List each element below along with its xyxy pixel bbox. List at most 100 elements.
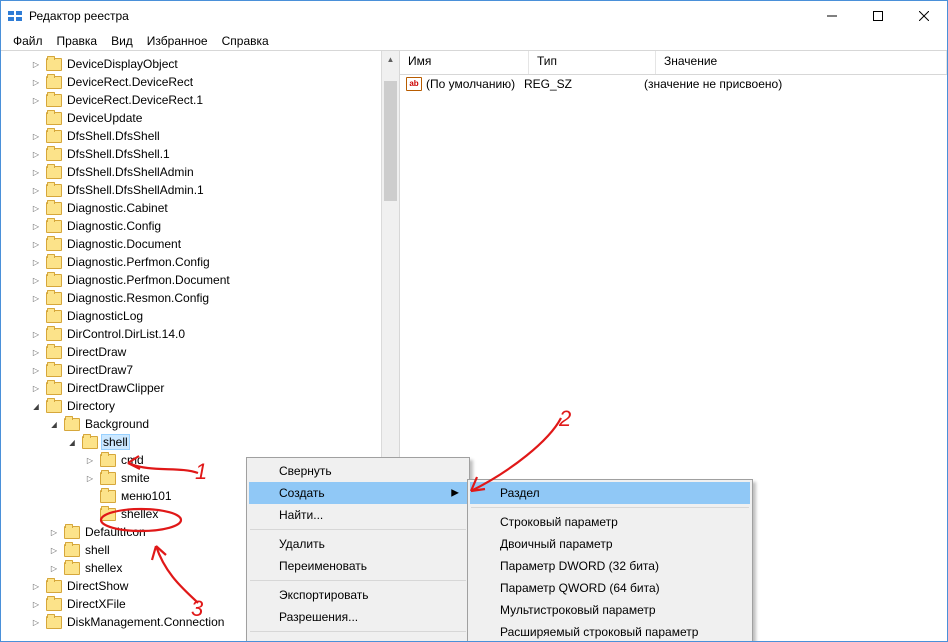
menu-new-dword[interactable]: Параметр DWORD (32 бита) xyxy=(470,555,750,577)
menu-permissions[interactable]: Разрешения... xyxy=(249,606,467,628)
chevron-right-icon[interactable] xyxy=(29,183,43,197)
folder-icon xyxy=(46,274,62,287)
folder-icon xyxy=(46,256,62,269)
tree-item-selected[interactable]: shell xyxy=(5,433,399,451)
tree-item[interactable]: DeviceRect.DeviceRect.1 xyxy=(5,91,399,109)
tree-item[interactable]: DirectDrawClipper xyxy=(5,379,399,397)
menu-create[interactable]: Создать▶ xyxy=(249,482,467,504)
chevron-right-icon[interactable] xyxy=(29,93,43,107)
chevron-right-icon[interactable] xyxy=(29,327,43,341)
menu-find[interactable]: Найти... xyxy=(249,504,467,526)
chevron-right-icon[interactable] xyxy=(29,255,43,269)
expander-none[interactable] xyxy=(29,111,43,125)
tree-item[interactable]: Diagnostic.Config xyxy=(5,217,399,235)
chevron-right-icon[interactable] xyxy=(29,381,43,395)
chevron-right-icon[interactable] xyxy=(29,363,43,377)
chevron-down-icon[interactable] xyxy=(65,435,79,449)
menu-rename[interactable]: Переименовать xyxy=(249,555,467,577)
chevron-right-icon: ▶ xyxy=(451,488,459,499)
chevron-right-icon[interactable] xyxy=(83,453,97,467)
menu-view[interactable]: Вид xyxy=(105,34,139,48)
tree-item[interactable]: Background xyxy=(5,415,399,433)
expander-none[interactable] xyxy=(83,489,97,503)
chevron-right-icon[interactable] xyxy=(29,219,43,233)
expander-none[interactable] xyxy=(29,309,43,323)
menu-edit[interactable]: Правка xyxy=(51,34,104,48)
tree-item[interactable]: Diagnostic.Perfmon.Document xyxy=(5,271,399,289)
chevron-right-icon[interactable] xyxy=(29,57,43,71)
menu-file[interactable]: Файл xyxy=(7,34,49,48)
menu-new-multistring[interactable]: Мультистроковый параметр xyxy=(470,599,750,621)
chevron-right-icon[interactable] xyxy=(47,543,61,557)
tree-label: Diagnostic.Cabinet xyxy=(65,201,170,215)
chevron-right-icon[interactable] xyxy=(29,615,43,629)
tree-item[interactable]: DeviceRect.DeviceRect xyxy=(5,73,399,91)
folder-icon xyxy=(46,76,62,89)
chevron-right-icon[interactable] xyxy=(29,597,43,611)
chevron-right-icon[interactable] xyxy=(29,201,43,215)
chevron-right-icon[interactable] xyxy=(29,273,43,287)
scroll-thumb[interactable] xyxy=(384,81,397,201)
list-row[interactable]: ab (По умолчанию) REG_SZ (значение не пр… xyxy=(400,75,947,93)
tree-item[interactable]: DfsShell.DfsShellAdmin xyxy=(5,163,399,181)
tree-item[interactable]: DfsShell.DfsShell.1 xyxy=(5,145,399,163)
tree-item[interactable]: DfsShell.DfsShellAdmin.1 xyxy=(5,181,399,199)
chevron-right-icon[interactable] xyxy=(29,147,43,161)
menu-new-binary[interactable]: Двоичный параметр xyxy=(470,533,750,555)
tree-label: DiskManagement.Connection xyxy=(65,615,226,629)
col-value[interactable]: Значение xyxy=(656,51,947,74)
menu-new-key[interactable]: Раздел xyxy=(470,482,750,504)
cell-type: REG_SZ xyxy=(524,77,644,91)
tree-label: DirectXFile xyxy=(65,597,128,611)
chevron-right-icon[interactable] xyxy=(29,129,43,143)
window-title: Редактор реестра xyxy=(29,9,809,23)
tree-label: shellex xyxy=(83,561,124,575)
folder-icon xyxy=(46,616,62,629)
chevron-right-icon[interactable] xyxy=(29,579,43,593)
tree-item[interactable]: DiagnosticLog xyxy=(5,307,399,325)
menu-new-string[interactable]: Строковый параметр xyxy=(470,511,750,533)
chevron-right-icon[interactable] xyxy=(29,237,43,251)
close-button[interactable] xyxy=(901,1,947,31)
tree-item[interactable]: Diagnostic.Resmon.Config xyxy=(5,289,399,307)
menu-new-expandstring[interactable]: Расширяемый строковый параметр xyxy=(470,621,750,642)
tree-item[interactable]: Diagnostic.Cabinet xyxy=(5,199,399,217)
tree-item[interactable]: DirControl.DirList.14.0 xyxy=(5,325,399,343)
chevron-right-icon[interactable] xyxy=(47,525,61,539)
tree-item[interactable]: DeviceDisplayObject xyxy=(5,55,399,73)
maximize-button[interactable] xyxy=(855,1,901,31)
separator xyxy=(250,529,466,530)
menu-export[interactable]: Экспортировать xyxy=(249,584,467,606)
chevron-down-icon[interactable] xyxy=(47,417,61,431)
chevron-right-icon[interactable] xyxy=(29,165,43,179)
tree-item[interactable]: DfsShell.DfsShell xyxy=(5,127,399,145)
col-name[interactable]: Имя xyxy=(400,51,529,74)
chevron-right-icon[interactable] xyxy=(83,471,97,485)
chevron-right-icon[interactable] xyxy=(47,561,61,575)
tree-item[interactable]: Diagnostic.Document xyxy=(5,235,399,253)
minimize-button[interactable] xyxy=(809,1,855,31)
menu-collapse[interactable]: Свернуть xyxy=(249,460,467,482)
chevron-right-icon[interactable] xyxy=(29,291,43,305)
menu-favorites[interactable]: Избранное xyxy=(141,34,214,48)
expander-none[interactable] xyxy=(83,507,97,521)
chevron-right-icon[interactable] xyxy=(29,345,43,359)
menu-new-qword[interactable]: Параметр QWORD (64 бита) xyxy=(470,577,750,599)
folder-icon xyxy=(46,166,62,179)
menu-delete[interactable]: Удалить xyxy=(249,533,467,555)
folder-icon xyxy=(64,562,80,575)
chevron-right-icon[interactable] xyxy=(29,75,43,89)
menu-help[interactable]: Справка xyxy=(216,34,275,48)
regedit-icon xyxy=(7,8,23,24)
tree-item[interactable]: DirectDraw xyxy=(5,343,399,361)
tree-item[interactable]: Directory xyxy=(5,397,399,415)
chevron-down-icon[interactable] xyxy=(29,399,43,413)
tree-item[interactable]: Diagnostic.Perfmon.Config xyxy=(5,253,399,271)
col-type[interactable]: Тип xyxy=(529,51,656,74)
list-header: Имя Тип Значение xyxy=(400,51,947,75)
tree-item[interactable]: DeviceUpdate xyxy=(5,109,399,127)
menu-copy-key-name[interactable]: Копировать имя раздела xyxy=(249,635,467,642)
scroll-up-icon[interactable]: ▲ xyxy=(382,51,399,68)
tree-item[interactable]: DirectDraw7 xyxy=(5,361,399,379)
titlebar: Редактор реестра xyxy=(1,1,947,31)
